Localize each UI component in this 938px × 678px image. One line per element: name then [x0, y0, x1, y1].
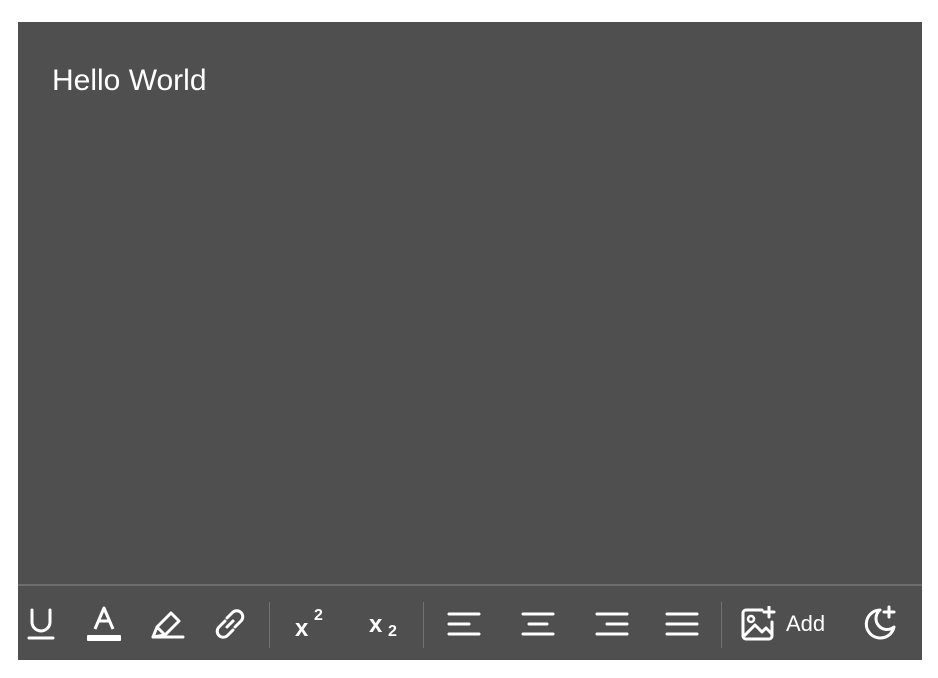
- link-button[interactable]: [210, 596, 250, 652]
- dark-mode-button[interactable]: [858, 596, 900, 652]
- moon-icon: [864, 605, 896, 640]
- highlighter-icon: [151, 611, 185, 639]
- align-left-icon: [447, 612, 481, 636]
- editor-text[interactable]: Hello World: [52, 64, 207, 97]
- toolbar-separator: [269, 602, 270, 648]
- subscript-button[interactable]: x 2: [364, 596, 404, 652]
- toolbar-separator: [721, 602, 722, 648]
- highlight-button[interactable]: [148, 596, 188, 652]
- underline-button[interactable]: [24, 596, 58, 652]
- superscript-button[interactable]: x 2: [290, 596, 330, 652]
- add-image-button[interactable]: Add: [740, 596, 834, 652]
- superscript-icon: x 2: [295, 607, 323, 642]
- editor-content-area[interactable]: Hello World: [18, 22, 922, 584]
- align-right-button[interactable]: [592, 596, 632, 652]
- image-add-icon: [741, 606, 776, 641]
- rich-text-editor: Hello World x 2 x 2 Add: [18, 22, 922, 660]
- subscript-icon: x 2: [369, 611, 397, 640]
- text-color-button[interactable]: [84, 596, 124, 652]
- align-center-button[interactable]: [518, 596, 558, 652]
- align-justify-icon: [665, 612, 699, 636]
- align-justify-button[interactable]: [662, 596, 702, 652]
- underline-icon: [27, 608, 55, 640]
- align-left-button[interactable]: [444, 596, 484, 652]
- align-right-icon: [595, 612, 629, 636]
- align-center-icon: [521, 612, 555, 636]
- formatting-toolbar: x 2 x 2 Add: [18, 584, 922, 660]
- link-icon: [215, 609, 245, 639]
- toolbar-separator: [423, 602, 424, 648]
- text-color-icon: [87, 606, 121, 641]
- add-image-label: Add: [786, 611, 826, 636]
